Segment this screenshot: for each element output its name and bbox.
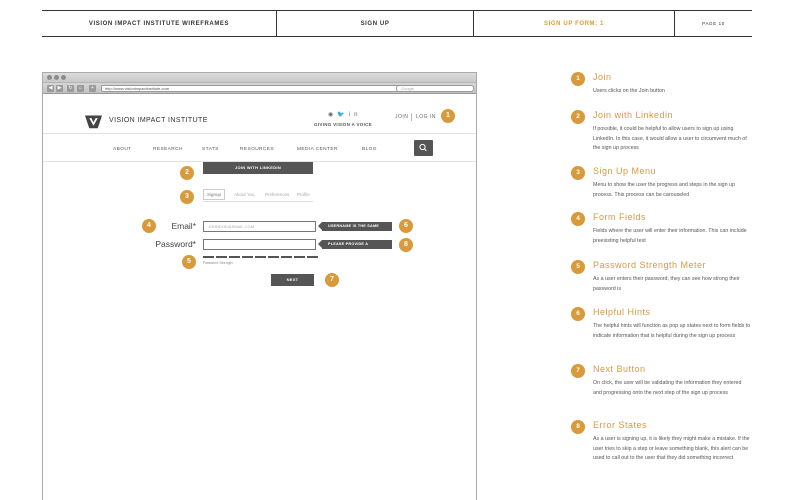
menu-research[interactable]: RESEARCH	[153, 147, 183, 152]
annotation-signup-menu: 3 Sign Up Menu Menu to show the user the…	[571, 166, 751, 206]
strength-meter-segment	[229, 256, 240, 258]
strength-meter-segment	[294, 256, 305, 258]
section-name: SIGN UP	[277, 11, 474, 36]
annotation-title: Password Strength Meter	[593, 260, 707, 270]
steps-underline	[203, 201, 313, 202]
step-about-you[interactable]: About You	[234, 192, 255, 197]
annotation-title: Helpful Hints	[593, 307, 651, 317]
annotation-badge-1: 1	[441, 109, 455, 123]
annotation-body: On click, the user will be validating th…	[593, 380, 742, 396]
close-dot-icon[interactable]	[47, 75, 52, 80]
password-label: Password*	[155, 239, 196, 249]
annotation-number: 1	[571, 72, 585, 86]
site-logo-text[interactable]: VISION IMPACT INSTITUTE	[109, 117, 208, 124]
next-button[interactable]: NEXT	[271, 274, 314, 286]
browser-toolbar: ◀ ▶ ↻ ⌂ + http://www.visionimpactinstitu…	[43, 83, 476, 94]
top-link-divider	[411, 113, 412, 121]
annotation-badge-5: 5	[182, 255, 196, 269]
strength-meter-segment	[281, 256, 292, 258]
annotation-body: Users clicks on the Join button	[593, 88, 665, 94]
annotation-body: The helpful hints will function as pop u…	[593, 323, 751, 339]
minimize-dot-icon[interactable]	[54, 75, 59, 80]
email-label: Email*	[171, 221, 196, 231]
header-divider	[43, 133, 476, 134]
annotation-body: As a user enters their password, they ca…	[593, 276, 740, 292]
annotation-number: 5	[571, 260, 585, 274]
annotation-body: As a user is signing up, it is likely th…	[593, 436, 750, 462]
menu-resources[interactable]: RESOURCES	[240, 147, 274, 152]
annotation-linkedin: 2 Join with Linkedin If possible, it cou…	[571, 110, 751, 160]
annotation-body: Fields where the user will enter their i…	[593, 228, 747, 244]
maximize-dot-icon[interactable]	[61, 75, 66, 80]
annotation-body: Menu to show the user the progress and s…	[593, 182, 735, 198]
browser-search-input[interactable]: Google	[396, 84, 474, 92]
menu-stats[interactable]: STATS	[202, 147, 219, 152]
annotation-number: 7	[571, 364, 585, 378]
annotation-title: Join	[593, 72, 612, 82]
linkedin-icon[interactable]: in	[349, 112, 362, 118]
step-preferences[interactable]: Preferences	[265, 192, 289, 197]
annotation-title: Next Button	[593, 364, 646, 374]
annotation-body: If possible, it could be helpful to allo…	[593, 126, 747, 152]
site-tagline: GIVING VISION A VOICE	[314, 122, 372, 127]
strength-meter-segment	[268, 256, 279, 258]
password-hint: PLEASE PROVIDE A PASSWORD	[318, 240, 392, 255]
menu-blog[interactable]: BLOG	[362, 147, 377, 152]
annotation-number: 3	[571, 166, 585, 180]
reload-icon[interactable]: ↻	[67, 84, 74, 92]
email-hint: USERNAME IS THE SAME	[318, 222, 392, 231]
wireframe-header: VISION IMPACT INSTITUTE WIREFRAMES SIGN …	[42, 10, 752, 37]
annotation-number: 8	[571, 420, 585, 434]
annotation-form-fields: 4 Form Fields Fields where the user will…	[571, 212, 751, 252]
strength-meter-segment	[255, 256, 266, 258]
annotation-badge-6: 6	[399, 219, 413, 233]
eye-icon[interactable]: ◉	[328, 112, 337, 118]
page-name: SIGN UP FORM: 1	[474, 11, 675, 36]
search-icon	[419, 143, 427, 152]
page-number: PAGE 10	[702, 21, 725, 26]
annotation-number: 6	[571, 307, 585, 321]
annotation-helpful-hints: 6 Helpful Hints The helpful hints will f…	[571, 307, 751, 357]
twitter-icon[interactable]: 🐦	[337, 112, 348, 118]
annotation-title: Sign Up Menu	[593, 166, 657, 176]
password-strength-label: Password Strength	[203, 261, 233, 265]
forward-icon[interactable]: ▶	[56, 84, 63, 92]
annotation-title: Join with Linkedin	[593, 110, 674, 120]
url-bar[interactable]: http://www.visionimpactinstitute.com	[101, 84, 435, 92]
email-field[interactable]: JOHNDOE@EMAIL.COM	[203, 221, 316, 232]
home-icon[interactable]: ⌂	[77, 84, 84, 92]
join-with-linkedin-button[interactable]: JOIN WITH LINKEDIN	[203, 162, 313, 174]
logo-icon[interactable]	[85, 113, 102, 130]
menu-about[interactable]: ABOUT	[113, 147, 132, 152]
browser-titlebar	[43, 73, 476, 83]
annotation-number: 2	[571, 110, 585, 124]
step-profile[interactable]: Profile	[297, 192, 310, 197]
strength-meter-segment	[242, 256, 253, 258]
annotation-number: 4	[571, 212, 585, 226]
step-signup[interactable]: Signup	[203, 189, 226, 200]
add-tab-icon[interactable]: +	[89, 84, 96, 92]
annotation-badge-3: 3	[180, 190, 194, 204]
annotation-title: Error States	[593, 420, 648, 430]
annotation-title: Form Fields	[593, 212, 647, 222]
password-field[interactable]	[203, 239, 316, 250]
annotation-error-states: 8 Error States As a user is signing up, …	[571, 420, 751, 480]
annotation-badge-2: 2	[180, 166, 194, 180]
strength-meter-segment	[307, 256, 318, 258]
annotation-badge-8: 8	[399, 238, 413, 252]
annotation-join: 1 Join Users clicks on the Join button	[571, 72, 751, 112]
strength-meter-segment	[203, 256, 214, 258]
annotation-badge-7: 7	[325, 273, 339, 287]
back-icon[interactable]: ◀	[47, 84, 54, 92]
browser-window: ◀ ▶ ↻ ⌂ + http://www.visionimpactinstitu…	[42, 72, 477, 500]
site-search-button[interactable]	[414, 140, 433, 156]
social-links: ◉🐦in	[328, 111, 361, 118]
wireframe-title: VISION IMPACT INSTITUTE WIREFRAMES	[42, 11, 277, 36]
menu-media-center[interactable]: MEDIA CENTER	[297, 147, 338, 152]
login-link[interactable]: LOG IN	[416, 114, 436, 120]
join-link[interactable]: JOIN	[395, 114, 408, 120]
annotation-next-button: 7 Next Button On click, the user will be…	[571, 364, 751, 414]
annotation-password-meter: 5 Password Strength Meter As a user ente…	[571, 260, 751, 300]
strength-meter-segment	[216, 256, 227, 258]
